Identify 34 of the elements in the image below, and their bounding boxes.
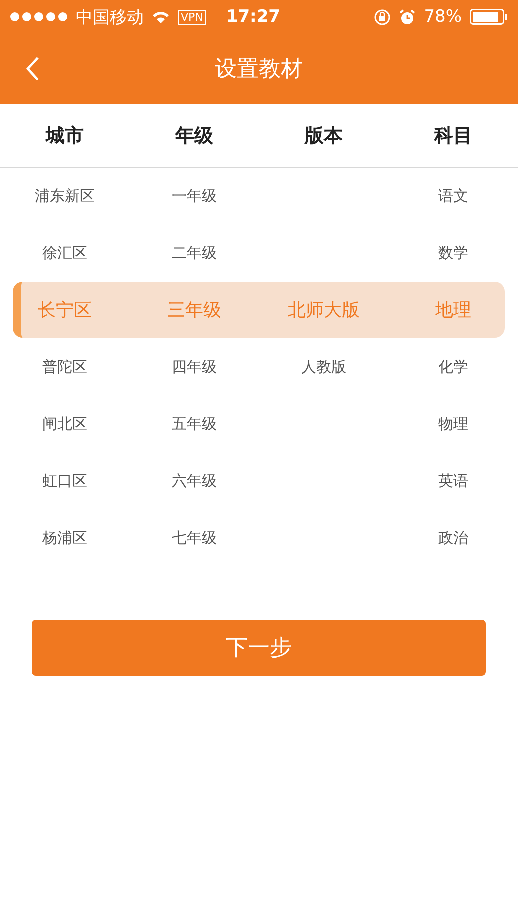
picker-option[interactable]: 四年级 [172,339,217,396]
picker-option[interactable]: 英语 [438,453,468,510]
battery-icon [470,9,508,25]
wifi-icon [152,10,170,24]
battery-percent: 78% [424,7,462,27]
picker-option[interactable]: 七年级 [172,510,217,567]
page-title: 设置教材 [215,56,303,84]
vpn-badge: VPN [178,10,206,24]
rotation-lock-icon [374,8,392,26]
column-heading: 版本 [304,124,344,148]
column-heading: 科目 [433,124,474,148]
picker-option[interactable]: 五年级 [172,396,217,453]
picker-option[interactable]: 闸北区 [42,396,88,453]
back-icon [26,56,40,82]
picker-option[interactable]: 徐汇区 [42,225,88,282]
picker-option[interactable]: 浦东新区 [34,168,95,225]
picker-option[interactable]: 二年级 [172,225,217,282]
picker-option[interactable]: 虹口区 [42,453,88,510]
picker-option[interactable]: 一年级 [172,168,217,225]
picker-option[interactable]: 杨浦区 [42,510,88,567]
picker-option[interactable]: 语文 [438,168,468,225]
picker-option[interactable]: 数学 [438,225,468,282]
picker-option[interactable]: 人教版 [301,339,346,396]
column-heading: 年级 [174,124,214,148]
clock-time: 17:27 [226,7,281,27]
picker-option[interactable]: 普陀区 [42,339,88,396]
picker-option[interactable]: 化学 [438,339,468,396]
alarm-icon [399,8,416,26]
picker-option[interactable]: 政治 [438,510,468,567]
picker-option[interactable]: 六年级 [172,453,217,510]
signal-icon [10,12,68,22]
picker-option[interactable]: 物理 [438,396,468,453]
carrier-name: 中国移动 [76,6,144,28]
column-heading: 城市 [44,124,85,148]
